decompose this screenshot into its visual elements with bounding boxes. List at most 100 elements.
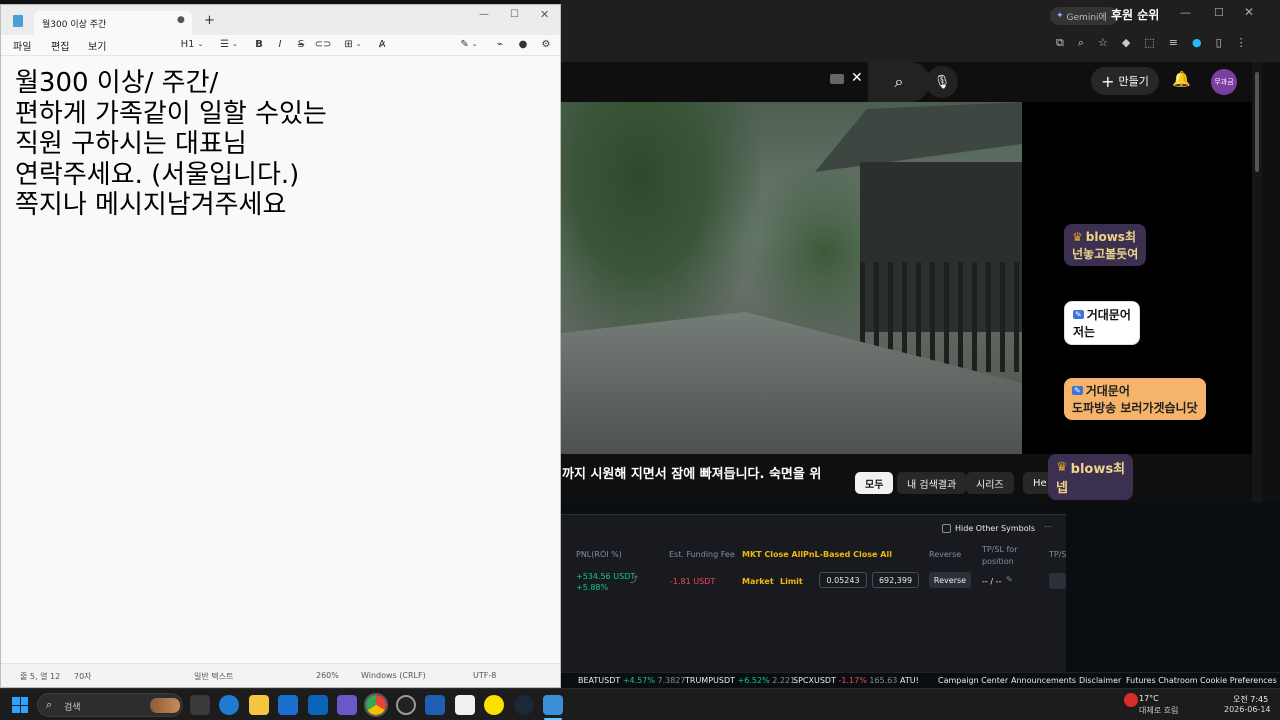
zoom-level[interactable]: 260% xyxy=(316,671,339,680)
strikethrough-icon[interactable]: S xyxy=(295,38,307,50)
mic-icon[interactable]: 🎙 xyxy=(926,66,958,98)
search-button[interactable]: ⌕ xyxy=(868,62,930,102)
clock-time[interactable]: 오전 7:45 xyxy=(1233,694,1268,705)
char-count: 70자 xyxy=(74,672,92,681)
chrome-icon[interactable] xyxy=(364,693,388,717)
chat-message: 도파방송 보러가겟습니닷 xyxy=(1072,401,1198,415)
encoding[interactable]: UTF-8 xyxy=(473,671,496,680)
bell-icon[interactable]: 🔔 xyxy=(1172,70,1191,88)
editor-content[interactable]: 월300 이상/ 주간/ 편하게 가족같이 일할 수있는 직원 구하시는 대표님… xyxy=(15,68,327,221)
menu-file[interactable]: 파일 xyxy=(13,38,31,53)
line-ending[interactable]: Windows (CRLF) xyxy=(361,671,426,680)
heading-dropdown[interactable]: H1 ⌄ xyxy=(179,38,205,50)
below-video-bar: 까지 시원해 지면서 잠에 빠져듭니다. 숙면을 위 모두 내 검색결과 시리즈… xyxy=(560,454,1262,502)
market-close-button[interactable]: Market xyxy=(742,577,774,586)
task-view-icon[interactable] xyxy=(190,695,210,715)
profile-icon[interactable]: ● xyxy=(1192,36,1202,50)
rewrite-dropdown[interactable]: ✎ ⌄ xyxy=(457,38,481,50)
reverse-button[interactable]: Reverse xyxy=(929,572,971,588)
document-tab[interactable]: 월300 이상 주간 ● xyxy=(34,11,192,35)
ticker-item[interactable]: TRUMPUSDT +6.52% 2.221 xyxy=(685,676,795,685)
terminal-icon[interactable] xyxy=(425,695,445,715)
puzzle-icon[interactable]: ⬚ xyxy=(1144,36,1154,50)
app-icon-round[interactable] xyxy=(396,695,416,715)
chat-name: 거대문어 xyxy=(1086,308,1131,322)
more-menu-icon[interactable]: ⋮ xyxy=(1236,36,1247,50)
footer-chatroom[interactable]: Futures Chatroom xyxy=(1126,676,1198,685)
avatar[interactable]: 무과금 xyxy=(1211,69,1237,95)
kakaotalk-icon[interactable] xyxy=(484,695,504,715)
positions-panel xyxy=(560,515,1066,672)
unsaved-dot-icon[interactable]: ● xyxy=(177,15,185,25)
edge-icon[interactable] xyxy=(219,695,239,715)
ticker-item[interactable]: ATU! xyxy=(900,676,919,685)
italic-icon[interactable]: I xyxy=(274,38,286,50)
video-player[interactable] xyxy=(560,102,1022,454)
list-dropdown[interactable]: ☰ ⌄ xyxy=(216,38,242,50)
hide-other-checkbox[interactable] xyxy=(942,524,951,533)
footer-disclaimer[interactable]: Disclaimer xyxy=(1079,676,1121,685)
menu-edit[interactable]: 편집 xyxy=(51,38,69,53)
create-button[interactable]: + 만들기 xyxy=(1091,67,1159,95)
chip-series[interactable]: 시리즈 xyxy=(966,472,1014,494)
toolbar-divider xyxy=(1,55,560,56)
steam-icon[interactable] xyxy=(514,695,534,715)
clear-search-icon[interactable]: ✕ xyxy=(851,70,863,86)
chip-all[interactable]: 모두 xyxy=(855,472,894,494)
minimize-icon[interactable]: — xyxy=(1180,6,1191,19)
account-icon[interactable]: ● xyxy=(517,38,529,50)
tpsl-button[interactable] xyxy=(1049,573,1066,589)
gemini-tab[interactable]: ✦ Gemini에 xyxy=(1050,7,1118,25)
file-explorer-icon[interactable] xyxy=(249,695,269,715)
notepad-taskbar-icon[interactable] xyxy=(543,695,563,715)
footer-announcements[interactable]: Announcements xyxy=(1011,676,1076,685)
chip-my-search[interactable]: 내 검색결과 xyxy=(897,472,967,494)
ticker-item[interactable]: BEATUSDT +4.57% 7.3827 xyxy=(578,676,685,685)
close-icon[interactable]: ✕ xyxy=(540,8,549,21)
footer-campaign[interactable]: Campaign Center xyxy=(938,676,1008,685)
teams-icon[interactable] xyxy=(337,695,357,715)
snipping-tool-icon[interactable] xyxy=(455,695,475,715)
clear-format-icon[interactable]: A̷ xyxy=(376,38,388,50)
menu-view[interactable]: 보기 xyxy=(88,38,106,53)
media-icon[interactable]: ≡ xyxy=(1169,36,1178,50)
pnl-close-all-button[interactable]: PnL-Based Close All xyxy=(803,550,892,559)
table-dropdown[interactable]: ⊞ ⌄ xyxy=(340,38,366,50)
link-icon[interactable]: ⊂⊃ xyxy=(315,38,332,50)
maximize-icon[interactable]: ☐ xyxy=(510,9,519,20)
format-mode[interactable]: 일반 텍스트 xyxy=(194,671,233,682)
limit-close-button[interactable]: Limit xyxy=(780,577,803,586)
chat-name: 거대문어 xyxy=(1085,384,1130,398)
screenshot-icon[interactable]: ⧉ xyxy=(1056,36,1064,50)
edit-icon[interactable]: ✎ xyxy=(1006,575,1013,584)
chat-name: blows최 xyxy=(1085,230,1136,244)
minimize-icon[interactable]: — xyxy=(479,9,489,20)
limit-price-input[interactable]: 0.05243 xyxy=(819,572,867,588)
scrollbar-thumb[interactable] xyxy=(1255,72,1259,172)
sidebar-icon[interactable]: ▯ xyxy=(1216,36,1222,50)
more-options-icon[interactable]: ⋯ xyxy=(1044,522,1052,531)
ticker-item[interactable]: SPCXUSDT -1.17% 165.63 xyxy=(793,676,897,685)
bold-icon[interactable]: B xyxy=(253,38,265,50)
maximize-icon[interactable]: ☐ xyxy=(1214,6,1224,19)
windows-start-icon[interactable] xyxy=(12,697,28,713)
share-icon[interactable]: ⤴ xyxy=(630,574,638,585)
copilot-icon[interactable]: ⌁ xyxy=(494,38,506,50)
footer-cookies[interactable]: Cookie Preferences xyxy=(1200,676,1277,685)
new-tab-plus-icon[interactable]: + xyxy=(204,13,215,28)
bookmark-star-icon[interactable]: ☆ xyxy=(1098,36,1108,50)
weather-alert-icon[interactable] xyxy=(1124,693,1138,707)
settings-gear-icon[interactable]: ⚙ xyxy=(540,38,552,50)
outlook-icon[interactable] xyxy=(308,695,328,715)
text-line: 월300 이상/ 주간/ xyxy=(15,68,219,98)
taskbar-search[interactable]: ⌕ 검색 xyxy=(37,693,183,717)
close-icon[interactable]: ✕ xyxy=(1244,5,1254,19)
store-icon[interactable] xyxy=(278,695,298,715)
extension-icon[interactable]: ◆ xyxy=(1122,36,1130,50)
keyboard-icon[interactable] xyxy=(830,74,844,84)
page-scrollbar[interactable] xyxy=(1252,62,1262,502)
clock-date[interactable]: 2026-06-14 xyxy=(1224,705,1271,714)
zoom-icon[interactable]: ⌕ xyxy=(1078,36,1084,50)
quantity-input[interactable]: 692,399 xyxy=(872,572,919,588)
mkt-close-all-button[interactable]: MKT Close All xyxy=(742,550,803,559)
